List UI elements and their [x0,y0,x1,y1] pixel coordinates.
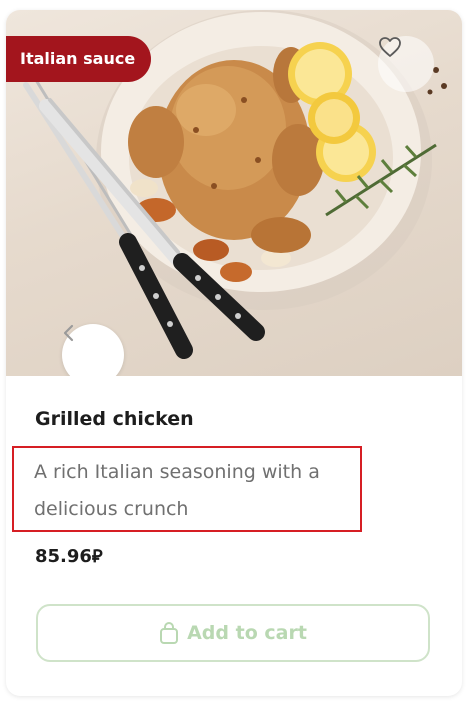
chevron-left-icon [63,324,74,342]
product-price: 85.96⃁ [35,546,103,567]
product-image: Italian sauce [6,10,462,376]
product-title: Grilled chicken [35,408,194,430]
add-to-cart-button[interactable]: Add to cart [36,604,430,662]
product-description: A rich Italian seasoning with a deliciou… [34,461,320,520]
favorite-button[interactable] [378,36,434,92]
category-badge: Italian sauce [6,36,152,82]
shopping-bag-icon [160,621,179,644]
product-card[interactable]: Italian sauce Grilled chicken A rich Ita… [6,10,462,696]
add-to-cart-label: Add to cart [187,622,307,644]
heart-outline-icon [379,37,401,57]
